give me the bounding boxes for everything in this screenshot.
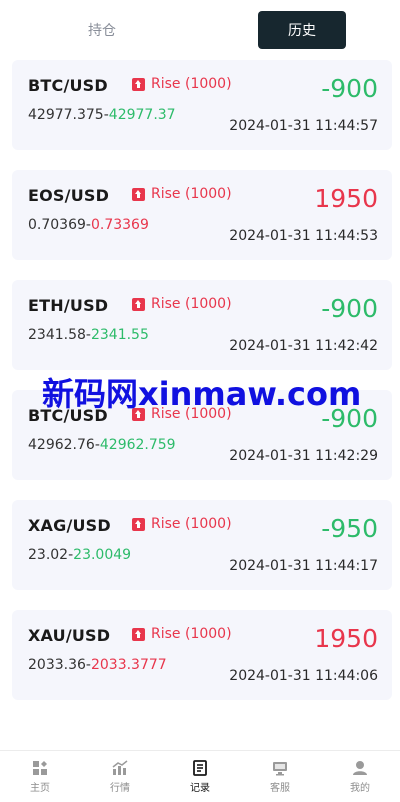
customer-service-icon bbox=[272, 760, 288, 776]
trade-time: 2024-01-31 11:44:17 bbox=[229, 558, 378, 574]
price-range: 2033.36-2033.3777 bbox=[28, 657, 167, 673]
records-icon bbox=[192, 760, 208, 776]
close-price: 2341.55 bbox=[90, 327, 149, 343]
direction-badge: Rise (1000) bbox=[132, 516, 232, 532]
pair-name: XAG/USD bbox=[28, 516, 111, 535]
nav-home-label: 主页 bbox=[30, 783, 50, 794]
tab-history[interactable]: 历史 bbox=[258, 11, 346, 49]
direction-label: Rise bbox=[151, 186, 181, 202]
close-price: 42977.37 bbox=[108, 107, 176, 123]
trade-time: 2024-01-31 11:44:53 bbox=[229, 228, 378, 244]
rise-arrow-icon bbox=[132, 517, 145, 531]
history-record-card[interactable]: BTC/USD Rise (1000) 42977.375-42977.37 -… bbox=[12, 60, 392, 150]
pair-name: ETH/USD bbox=[28, 296, 109, 315]
direction-badge: Rise (1000) bbox=[132, 626, 232, 642]
pair-name: EOS/USD bbox=[28, 186, 110, 205]
home-icon bbox=[32, 760, 48, 776]
open-price: 42962.76 bbox=[28, 437, 95, 453]
pair-name: XAU/USD bbox=[28, 626, 111, 645]
trade-time: 2024-01-31 11:42:29 bbox=[229, 448, 378, 464]
profit-loss: 1950 bbox=[314, 624, 378, 653]
nav-service[interactable]: 客服 bbox=[240, 751, 320, 802]
close-price: 23.0049 bbox=[73, 547, 132, 563]
trade-amount: (1000) bbox=[184, 516, 232, 532]
profile-icon bbox=[352, 760, 368, 776]
pair-name: BTC/USD bbox=[28, 76, 108, 95]
price-range: 23.02-23.0049 bbox=[28, 547, 131, 563]
direction-badge: Rise (1000) bbox=[132, 406, 232, 422]
trade-amount: (1000) bbox=[184, 626, 232, 642]
bottom-nav: 主页 行情 记录 客服 我的 bbox=[0, 750, 400, 802]
rise-arrow-icon bbox=[132, 187, 145, 201]
nav-home[interactable]: 主页 bbox=[0, 751, 80, 802]
tab-positions[interactable]: 持仓 bbox=[58, 11, 146, 49]
open-price: 23.02 bbox=[28, 547, 69, 563]
price-range: 2341.58-2341.55 bbox=[28, 327, 149, 343]
price-range: 42962.76-42962.759 bbox=[28, 437, 176, 453]
open-price: 0.70369 bbox=[28, 217, 86, 233]
nav-records[interactable]: 记录 bbox=[160, 751, 240, 802]
history-record-card[interactable]: BTC/USD Rise (1000) 42962.76-42962.759 -… bbox=[12, 390, 392, 480]
close-price: 42962.759 bbox=[99, 437, 176, 453]
trade-amount: (1000) bbox=[184, 76, 232, 92]
price-range: 0.70369-0.73369 bbox=[28, 217, 149, 233]
price-range: 42977.375-42977.37 bbox=[28, 107, 176, 123]
trade-amount: (1000) bbox=[184, 296, 232, 312]
rise-arrow-icon bbox=[132, 627, 145, 641]
direction-badge: Rise (1000) bbox=[132, 76, 232, 92]
rise-arrow-icon bbox=[132, 407, 145, 421]
history-record-card[interactable]: XAG/USD Rise (1000) 23.02-23.0049 -950 2… bbox=[12, 500, 392, 590]
trade-time: 2024-01-31 11:42:42 bbox=[229, 338, 378, 354]
profit-loss: -900 bbox=[321, 74, 378, 103]
direction-label: Rise bbox=[151, 406, 181, 422]
rise-arrow-icon bbox=[132, 77, 145, 91]
nav-profile[interactable]: 我的 bbox=[320, 751, 400, 802]
market-chart-icon bbox=[112, 760, 128, 776]
open-price: 2341.58 bbox=[28, 327, 86, 343]
tab-bar: 持仓 历史 bbox=[0, 0, 400, 58]
trade-amount: (1000) bbox=[184, 406, 232, 422]
trade-time: 2024-01-31 11:44:06 bbox=[229, 668, 378, 684]
direction-badge: Rise (1000) bbox=[132, 296, 232, 312]
nav-records-label: 记录 bbox=[190, 783, 210, 794]
nav-market-label: 行情 bbox=[110, 783, 130, 794]
direction-badge: Rise (1000) bbox=[132, 186, 232, 202]
nav-profile-label: 我的 bbox=[350, 783, 370, 794]
direction-label: Rise bbox=[151, 76, 181, 92]
history-record-card[interactable]: ETH/USD Rise (1000) 2341.58-2341.55 -900… bbox=[12, 280, 392, 370]
pair-name: BTC/USD bbox=[28, 406, 108, 425]
trade-amount: (1000) bbox=[184, 186, 232, 202]
nav-market[interactable]: 行情 bbox=[80, 751, 160, 802]
history-record-card[interactable]: XAU/USD Rise (1000) 2033.36-2033.3777 19… bbox=[12, 610, 392, 700]
direction-label: Rise bbox=[151, 516, 181, 532]
nav-service-label: 客服 bbox=[270, 783, 290, 794]
trade-time: 2024-01-31 11:44:57 bbox=[229, 118, 378, 134]
direction-label: Rise bbox=[151, 626, 181, 642]
close-price: 2033.3777 bbox=[90, 657, 167, 673]
rise-arrow-icon bbox=[132, 297, 145, 311]
open-price: 42977.375 bbox=[28, 107, 104, 123]
profit-loss: 1950 bbox=[314, 184, 378, 213]
profit-loss: -900 bbox=[321, 404, 378, 433]
history-record-card[interactable]: EOS/USD Rise (1000) 0.70369-0.73369 1950… bbox=[12, 170, 392, 260]
profit-loss: -900 bbox=[321, 294, 378, 323]
direction-label: Rise bbox=[151, 296, 181, 312]
open-price: 2033.36 bbox=[28, 657, 86, 673]
close-price: 0.73369 bbox=[90, 217, 149, 233]
profit-loss: -950 bbox=[321, 514, 378, 543]
